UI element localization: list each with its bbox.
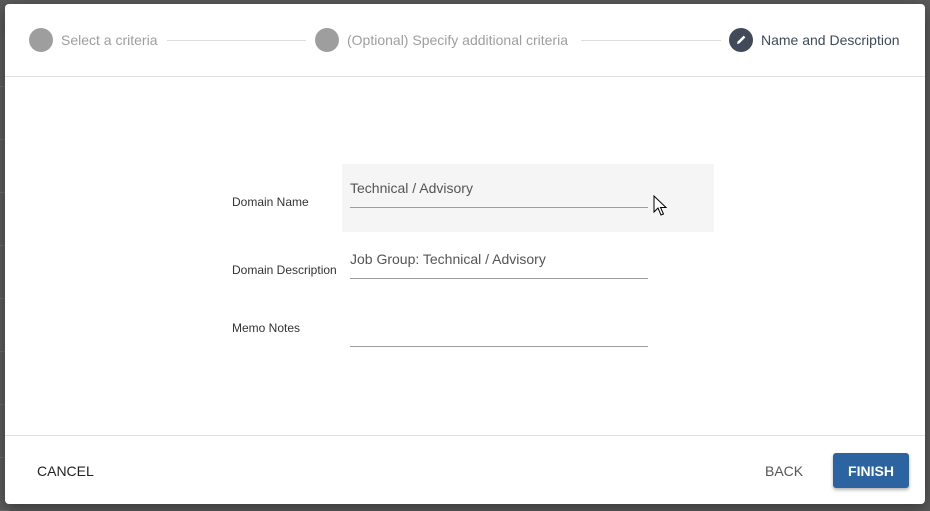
mouse-cursor-icon: [653, 194, 668, 222]
stepper: Select a criteria (Optional) Specify add…: [5, 4, 925, 77]
pencil-icon: [729, 28, 753, 52]
domain-name-label: Domain Name: [232, 195, 309, 209]
create-domain-dialog: Select a criteria (Optional) Specify add…: [5, 4, 925, 504]
step-select-criteria[interactable]: Select a criteria: [29, 28, 157, 52]
step-additional-criteria[interactable]: (Optional) Specify additional criteria: [315, 28, 568, 52]
step-connector: [167, 40, 306, 41]
step-circle-icon: [315, 28, 339, 52]
domain-description-input[interactable]: Job Group: Technical / Advisory: [342, 237, 714, 281]
memo-notes-label: Memo Notes: [232, 321, 301, 335]
input-underline: [350, 278, 648, 279]
step-label: Name and Description: [761, 32, 900, 48]
step-circle-icon: [29, 28, 53, 52]
domain-description-label: Domain Description: [232, 263, 337, 277]
dialog-footer: CANCEL BACK FINISH: [5, 435, 925, 505]
input-underline: [350, 346, 648, 347]
finish-button[interactable]: FINISH: [833, 453, 909, 488]
domain-name-value: Technical / Advisory: [350, 180, 473, 196]
step-connector: [581, 40, 721, 41]
form-content: Domain Name Technical / Advisory Domain …: [5, 77, 925, 435]
cancel-button[interactable]: CANCEL: [37, 463, 94, 479]
memo-notes-input[interactable]: [342, 305, 714, 349]
input-underline: [350, 207, 648, 208]
back-button[interactable]: BACK: [765, 463, 803, 479]
domain-description-value: Job Group: Technical / Advisory: [350, 251, 546, 267]
step-label: Select a criteria: [61, 32, 158, 48]
step-label: (Optional) Specify additional criteria: [347, 32, 568, 48]
step-name-description[interactable]: Name and Description: [729, 28, 900, 52]
